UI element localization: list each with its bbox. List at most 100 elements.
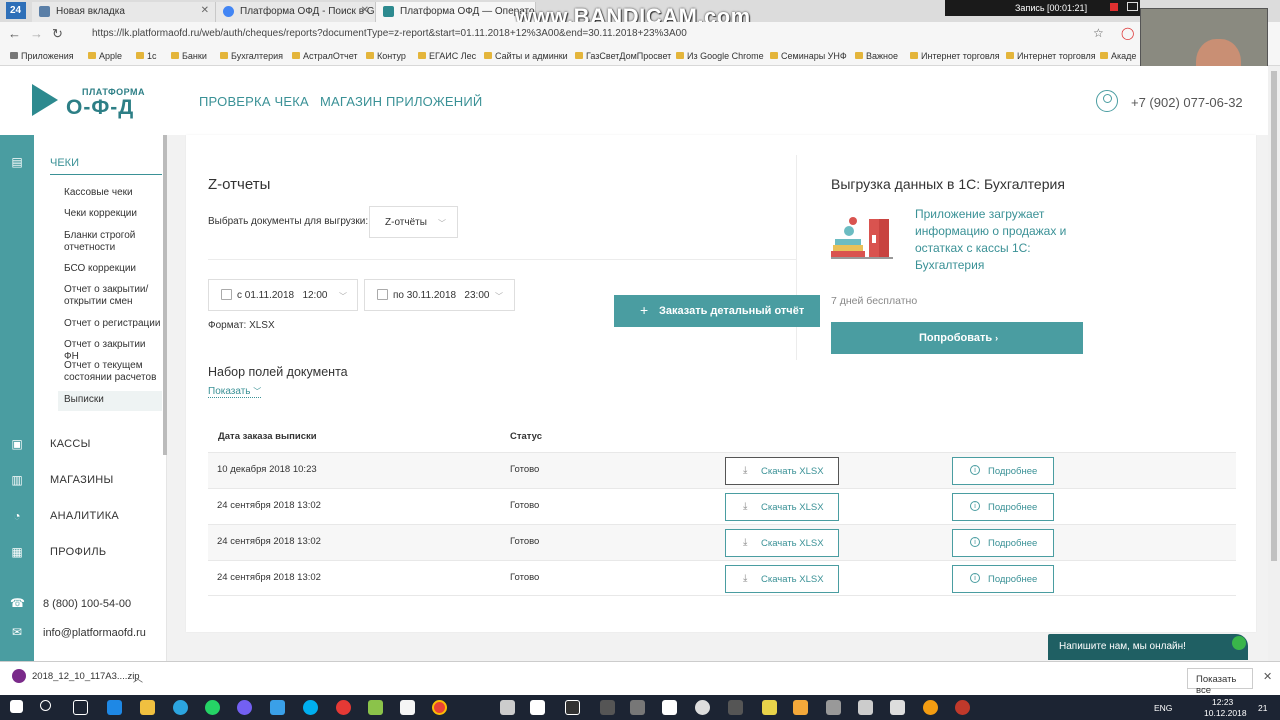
sidebar-item-bso-correction[interactable]: БСО коррекции	[64, 263, 162, 275]
sidebar-item-current-state-report[interactable]: Отчет о текущем состоянии расчетов	[64, 360, 162, 384]
app-icon[interactable]	[762, 700, 777, 715]
language-indicator[interactable]: ENG	[1154, 703, 1172, 713]
sidebar-scrollbar[interactable]	[163, 135, 167, 455]
explorer-icon[interactable]	[140, 700, 155, 715]
extension-icon[interactable]: ◯	[1121, 26, 1134, 40]
bookmark-item[interactable]: Акаде	[1100, 51, 1136, 61]
order-detailed-report-button[interactable]: + Заказать детальный отчёт	[614, 295, 820, 327]
forward-icon[interactable]: →	[30, 26, 43, 41]
sidebar-item-registers[interactable]: КАССЫ	[50, 438, 91, 450]
clock-time[interactable]: 12:23	[1212, 697, 1233, 707]
app-icon[interactable]	[923, 700, 938, 715]
doc-type-select[interactable]: Z-отчёты ﹀	[369, 206, 458, 238]
browser-tab-search[interactable]: Платформа ОФД - Поиск в Goo ✕	[216, 2, 376, 22]
telegram-icon[interactable]	[173, 700, 188, 715]
edge-icon[interactable]	[107, 700, 122, 715]
close-icon[interactable]: ✕	[201, 5, 209, 16]
viber-icon[interactable]	[237, 700, 252, 715]
bookmark-item[interactable]: Бухгалтерия	[220, 51, 283, 61]
bookmark-item[interactable]: Семинары УНФ	[770, 51, 847, 61]
sidebar-item-cash-receipts[interactable]: Кассовые чеки	[64, 187, 162, 199]
sidebar-item-shift-reports[interactable]: Отчет о закрытии/ открытии смен	[64, 284, 162, 308]
bookmark-item[interactable]: ГазСветДомПросвет	[575, 51, 671, 61]
bookmark-item[interactable]: Банки	[171, 51, 207, 61]
bookmark-item[interactable]: Apple	[88, 51, 122, 61]
download-xlsx-button[interactable]: ⤓ Скачать XLSX	[725, 457, 839, 485]
nav-check-receipt[interactable]: ПРОВЕРКА ЧЕКА	[199, 94, 309, 109]
analytics-icon[interactable]: ◔	[10, 509, 24, 523]
search-icon[interactable]	[40, 700, 51, 711]
sidebar-item-analytics[interactable]: АНАЛИТИКА	[50, 510, 119, 522]
app-icon[interactable]	[728, 700, 743, 715]
bookmark-item[interactable]: ЕГАИС Лес	[418, 51, 476, 61]
bookmark-item[interactable]: Интернет торговля	[910, 51, 1000, 61]
chevron-up-icon[interactable]: ︿	[133, 670, 143, 685]
sidebar-section-cheques[interactable]: ЧЕКИ	[50, 157, 79, 169]
cash-register-icon[interactable]: ▣	[10, 437, 24, 451]
app-icon[interactable]	[793, 700, 808, 715]
bookmark-item[interactable]: Сайты и админки	[484, 51, 568, 61]
back-icon[interactable]: ←	[8, 26, 21, 41]
app-icon[interactable]	[890, 700, 905, 715]
store-icon[interactable]: ▥	[10, 473, 24, 487]
show-all-downloads-button[interactable]: Показать все	[1187, 668, 1253, 696]
logo-icon[interactable]	[32, 84, 58, 116]
date-to-field[interactable]: по 30.11.2018 23:00 ﹀	[364, 279, 515, 311]
app-icon[interactable]	[630, 700, 645, 715]
close-icon[interactable]: ✕	[361, 5, 369, 16]
app-icon[interactable]	[270, 700, 285, 715]
nav-app-store[interactable]: МАГАЗИН ПРИЛОЖЕНИЙ	[320, 94, 482, 109]
download-xlsx-button[interactable]: ⤓ Скачать XLSX	[725, 493, 839, 521]
download-xlsx-button[interactable]: ⤓ Скачать XLSX	[725, 529, 839, 557]
yandex-icon[interactable]	[336, 700, 351, 715]
page-scrollbar[interactable]	[1268, 66, 1280, 661]
sidebar-item-strict-forms[interactable]: Бланки строгой отчетности	[64, 230, 162, 254]
try-button[interactable]: Попробовать ›	[831, 322, 1083, 354]
scrollbar-thumb[interactable]	[1271, 71, 1277, 561]
app-icon[interactable]	[695, 700, 710, 715]
whatsapp-icon[interactable]	[205, 700, 220, 715]
show-fields-link[interactable]: Показать ﹀	[208, 386, 262, 398]
task-view-icon[interactable]	[73, 700, 88, 715]
receipt-icon[interactable]: ▤	[10, 155, 24, 169]
clock-date[interactable]: 10.12.2018	[1204, 708, 1247, 718]
details-button[interactable]: i Подробнее	[952, 565, 1054, 593]
details-button[interactable]: i Подробнее	[952, 529, 1054, 557]
tools-icon[interactable]	[826, 700, 841, 715]
bookmark-item[interactable]: Контур	[366, 51, 406, 61]
browser-tab-new[interactable]: Новая вкладка ✕	[32, 2, 216, 22]
skype-icon[interactable]	[303, 700, 318, 715]
sidebar-item-registration-report[interactable]: Отчет о регистрации	[64, 318, 162, 330]
browser-tab-ofd[interactable]: Платформа ОФД — Оператор	[376, 2, 536, 22]
camera-icon[interactable]	[1127, 2, 1138, 11]
bookmark-apps[interactable]: Приложения	[10, 51, 74, 61]
url-field[interactable]: https://lk.platformaofd.ru/web/auth/cheq…	[80, 25, 1120, 43]
user-icon[interactable]	[1096, 90, 1118, 112]
sidebar-item-statements[interactable]: Выписки	[58, 391, 162, 411]
bandicam-icon[interactable]	[955, 700, 970, 715]
details-button[interactable]: i Подробнее	[952, 457, 1054, 485]
stop-record-icon[interactable]	[1110, 3, 1118, 11]
date-from-field[interactable]: с 01.11.2018 12:00 ﹀	[208, 279, 358, 311]
reload-icon[interactable]: ↻	[52, 26, 63, 42]
bookmark-item[interactable]: Важное	[855, 51, 898, 61]
download-xlsx-button[interactable]: ⤓ Скачать XLSX	[725, 565, 839, 593]
windows-start-icon[interactable]	[10, 700, 23, 713]
bookmark-item[interactable]: Из Google Chrome	[676, 51, 764, 61]
app-icon[interactable]	[400, 700, 415, 715]
calculator-icon[interactable]	[565, 700, 580, 715]
bookmark-item[interactable]: Интернет торговля	[1006, 51, 1096, 61]
sidebar-item-stores[interactable]: МАГАЗИНЫ	[50, 474, 114, 486]
sidebar-item-correction-receipts[interactable]: Чеки коррекции	[64, 208, 162, 220]
android-icon[interactable]	[368, 700, 383, 715]
details-button[interactable]: i Подробнее	[952, 493, 1054, 521]
support-email[interactable]: info@platformaofd.ru	[43, 627, 146, 639]
sidebar-item-profile[interactable]: ПРОФИЛЬ	[50, 546, 106, 558]
downloaded-file[interactable]: 2018_12_10_117A3....zip	[12, 669, 140, 683]
app-icon[interactable]	[500, 700, 515, 715]
bookmark-item[interactable]: 1с	[136, 51, 157, 61]
profile-icon[interactable]: ▦	[10, 545, 24, 559]
close-icon[interactable]: ✕	[1263, 670, 1272, 683]
notification-badge[interactable]: 21	[1258, 703, 1267, 713]
chat-widget[interactable]: Напишите нам, мы онлайн!	[1048, 634, 1248, 660]
